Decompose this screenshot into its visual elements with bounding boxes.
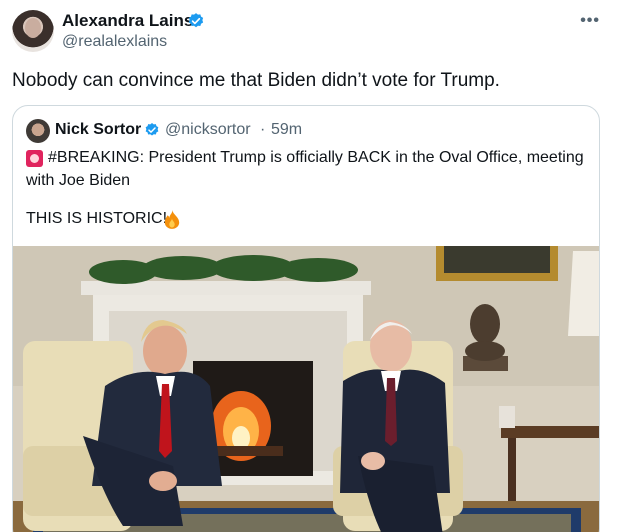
quote-timestamp[interactable]: 59m	[271, 121, 302, 139]
author-avatar[interactable]	[12, 10, 54, 52]
siren-icon	[26, 150, 43, 167]
verified-badge-icon	[145, 123, 159, 136]
quote-author-handle[interactable]: @nicksortor	[165, 121, 251, 139]
quote-media-image[interactable]	[13, 246, 599, 532]
quote-text-line-2: with Joe Biden	[26, 172, 131, 189]
quote-text-line-1: #BREAKING: President Trump is officially…	[48, 149, 584, 166]
separator-dot: ·	[260, 121, 266, 138]
more-horizontal-icon[interactable]: •••	[580, 12, 600, 30]
tweet: Alexandra Lains @realalexlains ••• Nobod…	[0, 0, 622, 532]
quote-author-name[interactable]: Nick Sortor	[55, 121, 141, 139]
verified-badge-icon	[188, 13, 204, 28]
fire-icon	[164, 210, 180, 229]
quoted-tweet[interactable]: Nick Sortor @nicksortor · 59m #BREAKING:…	[12, 105, 600, 532]
quote-author-avatar[interactable]	[26, 119, 50, 143]
author-handle[interactable]: @realalexlains	[62, 33, 167, 51]
oval-office-photo	[13, 246, 599, 532]
author-name[interactable]: Alexandra Lains	[62, 11, 193, 31]
tweet-text: Nobody can convince me that Biden didn’t…	[12, 70, 500, 91]
quote-text-line-3: THIS IS HISTORIC!	[26, 210, 168, 227]
